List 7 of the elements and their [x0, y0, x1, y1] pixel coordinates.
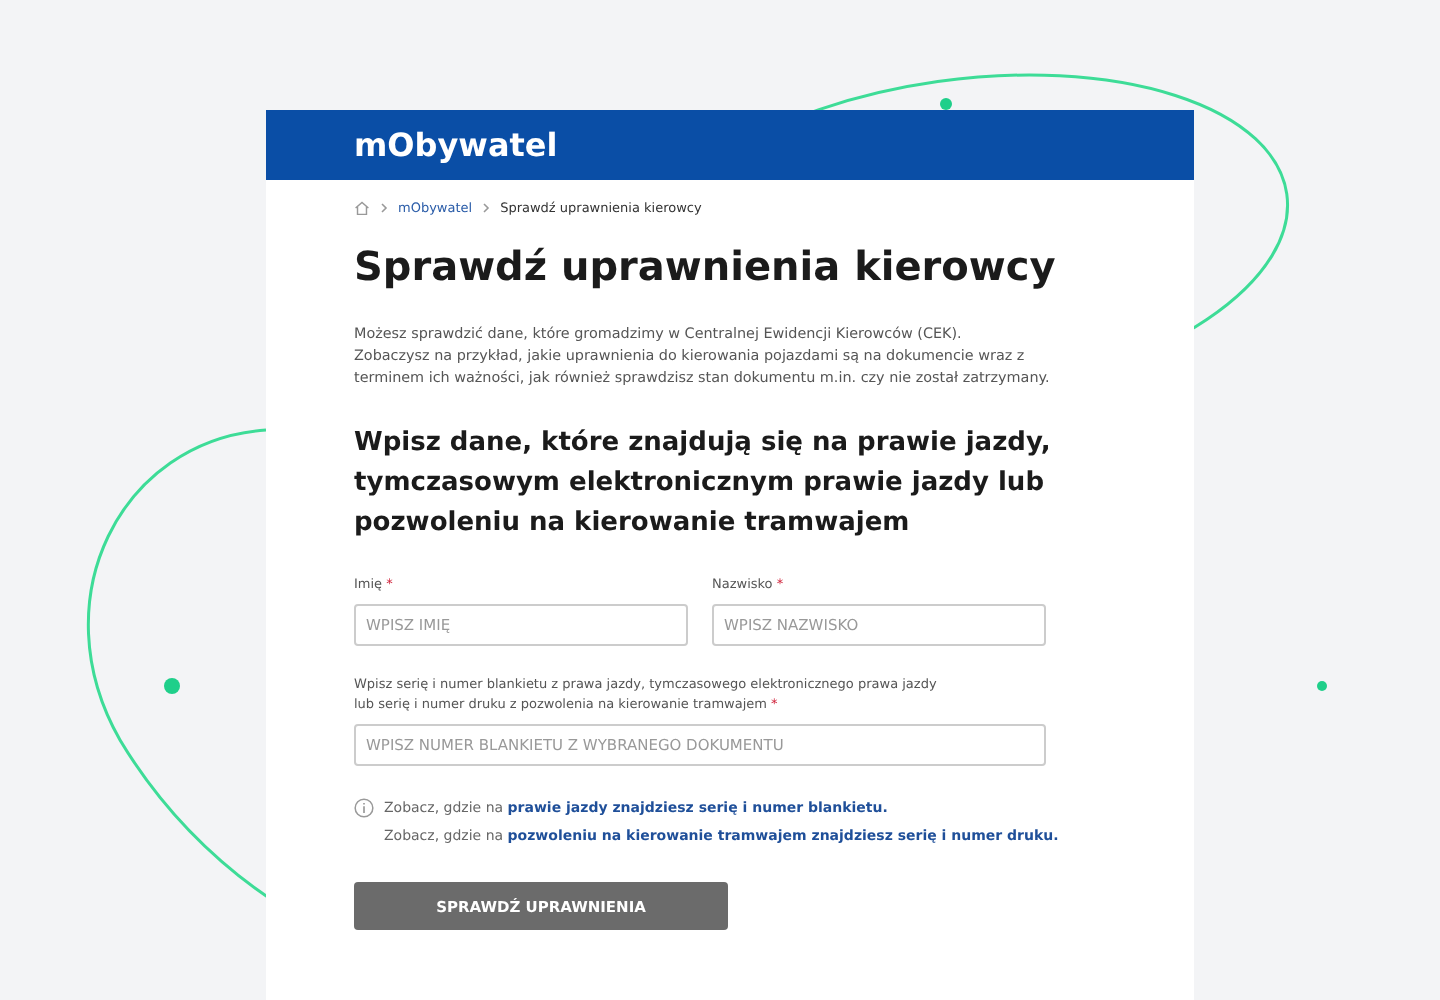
chevron-icon — [482, 202, 491, 214]
chevron-icon — [380, 202, 388, 214]
form-heading: Wpisz dane, które znajdują się na prawie jazdy, tymczasowym elektronicznym prawie jazdy lub pozwoleniu na kierowanie tramwajem — [354, 426, 1053, 542]
info-icon — [354, 798, 374, 818]
logo-text[interactable]: mObywatel — [354, 126, 558, 164]
page-title: Sprawdź uprawnienia kierowcy — [354, 242, 1058, 290]
home-icon[interactable] — [354, 200, 370, 216]
